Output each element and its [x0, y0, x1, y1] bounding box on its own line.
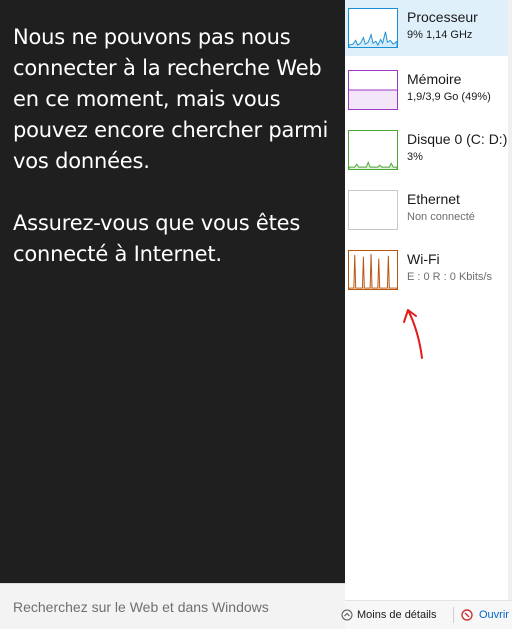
offline-message: Nous ne pouvons pas nous connecter à la … — [13, 22, 333, 301]
perf-item-cpu[interactable]: Processeur 9% 1,14 GHz — [345, 0, 512, 56]
perf-item-value: 1,9/3,9 Go (49%) — [407, 91, 491, 103]
cpu-graph-thumbnail — [348, 8, 398, 48]
search-input[interactable] — [13, 596, 333, 618]
footer-divider — [453, 607, 454, 623]
search-box[interactable] — [0, 583, 345, 629]
perf-item-name: Mémoire — [407, 71, 462, 87]
perf-item-value: 9% 1,14 GHz — [407, 29, 473, 41]
offline-message-line2: Assurez-vous que vous êtes connecté à In… — [13, 211, 301, 266]
perf-item-memory[interactable]: Mémoire 1,9/3,9 Go (49%) — [345, 62, 512, 118]
annotation-arrow-icon — [403, 309, 423, 359]
performance-list: Processeur 9% 1,14 GHz Mémoire 1,9/3,9 G… — [345, 0, 512, 600]
offline-message-line1: Nous ne pouvons pas nous connecter à la … — [13, 25, 329, 173]
open-resource-monitor-link[interactable]: Ouvrir — [479, 609, 509, 621]
memory-graph-thumbnail — [348, 70, 398, 110]
scrollbar[interactable] — [508, 0, 512, 600]
perf-item-name: Disque 0 (C: D:) — [407, 131, 508, 147]
perf-item-value: Non connecté — [407, 211, 475, 223]
perf-item-value: E : 0 R : 0 Kbits/s — [407, 271, 492, 283]
perf-item-name: Ethernet — [407, 191, 460, 207]
resource-monitor-icon[interactable] — [461, 609, 473, 621]
less-details-link[interactable]: Moins de détails — [357, 609, 437, 621]
perf-item-ethernet[interactable]: Ethernet Non connecté — [345, 182, 512, 238]
perf-item-wifi[interactable]: Wi-Fi E : 0 R : 0 Kbits/s — [345, 242, 512, 298]
disk-graph-thumbnail — [348, 130, 398, 170]
search-flyout: Nous ne pouvons pas nous connecter à la … — [0, 0, 345, 629]
wifi-graph-thumbnail — [348, 250, 398, 290]
perf-item-name: Processeur — [407, 9, 478, 25]
perf-item-disk[interactable]: Disque 0 (C: D:) 3% — [345, 122, 512, 178]
perf-item-name: Wi-Fi — [407, 251, 440, 267]
ethernet-graph-thumbnail — [348, 190, 398, 230]
task-manager-footer: Moins de détails Ouvrir — [341, 600, 512, 629]
collapse-icon[interactable] — [341, 609, 353, 621]
perf-item-value: 3% — [407, 151, 423, 163]
